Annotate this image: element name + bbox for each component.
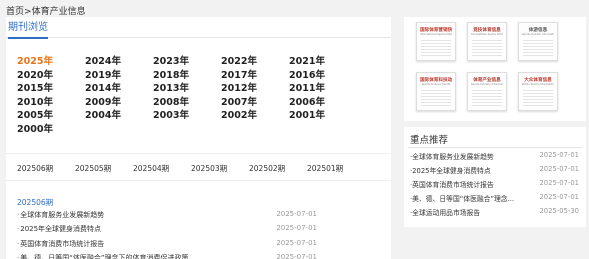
year-link[interactable]: 2024年 — [85, 53, 121, 67]
recommend-item[interactable]: ·2025年全球健身消费特点 2025-07-01 — [410, 165, 579, 177]
year-link[interactable]: 2010年 — [17, 94, 53, 108]
year-link[interactable]: 2022年 — [221, 53, 257, 67]
article-date: 2025-07-01 — [276, 210, 317, 218]
bullet: · — [17, 211, 20, 219]
recommend-item-title[interactable]: 全球体育服务业发展新趋势 — [412, 153, 494, 161]
issue-link[interactable]: 202504期 — [133, 163, 169, 174]
year-link[interactable]: 2004年 — [85, 107, 121, 121]
journal-cover[interactable]: 竞技体育信息Competitive Sports Information — [467, 22, 507, 61]
cover-subtitle: Public Sports Information — [522, 83, 554, 86]
article-title[interactable]: 美、德、日等国“体医融合”理念下的体育消费促进政策 — [20, 254, 188, 259]
journal-cover[interactable]: 国际体育科技动态Sports Science Trends — [416, 72, 456, 111]
issue-link[interactable]: 202505期 — [75, 163, 111, 174]
recommend-item-title[interactable]: 美、德、日等国“体医融合”理念... — [412, 195, 514, 203]
breadcrumb-home-link[interactable]: 首页 — [6, 7, 24, 17]
year-link[interactable]: 2002年 — [221, 107, 257, 121]
year-link[interactable]: 2012年 — [221, 80, 257, 94]
cover-subtitle: International Sports Marketing — [420, 33, 452, 36]
issue-list: 202506期 202505期 202504期 202503期 202502期 20250… — [6, 153, 391, 181]
cover-subtitle: Sports Science Trends — [421, 83, 451, 86]
bullet: · — [17, 225, 20, 234]
recommend-item-date: 2025-07-01 — [539, 165, 579, 173]
year-link[interactable]: 2000年 — [17, 121, 53, 135]
tab-journal-browse[interactable]: 期刊浏览 — [8, 22, 48, 39]
year-link[interactable]: 2020年 — [17, 67, 53, 81]
year-link[interactable]: 2015年 — [17, 80, 53, 94]
year-link[interactable]: 2023年 — [153, 53, 189, 67]
year-link[interactable]: 2007年 — [221, 94, 257, 108]
year-link[interactable]: 2014年 — [85, 80, 121, 94]
year-link[interactable]: 2016年 — [289, 67, 325, 81]
current-issue-heading: 202506期 — [17, 198, 54, 207]
article-date: 2025-07-01 — [276, 224, 317, 233]
recommend-item-title[interactable]: 英国体育消费市场统计报告 — [412, 181, 494, 189]
article-row[interactable]: ·全球体育服务业发展新趋势 2025-07-01 — [17, 210, 317, 222]
recommend-item-title[interactable]: 全球运动用品市场报告 — [412, 209, 480, 217]
journal-cover[interactable]: 体育产业信息Sports Industry Information — [467, 72, 507, 111]
recommend-item[interactable]: ·全球运动用品市场报告 2025-05-30 — [410, 207, 579, 219]
article-row[interactable]: ·英国体育消费市场统计报告 2025-07-01 — [17, 239, 317, 251]
divider — [408, 147, 582, 148]
journal-cover[interactable]: 大众体育信息 Public Sports Information — [518, 72, 558, 111]
year-link[interactable]: 2019年 — [85, 67, 121, 81]
year-link[interactable]: 2018年 — [153, 67, 189, 81]
recommend-item-date: 2025-07-01 — [539, 193, 579, 201]
journal-cover[interactable]: 体游信息 Sports Tourism Information — [518, 22, 558, 61]
issue-link[interactable]: 202501期 — [307, 163, 343, 174]
breadcrumb-separator: > — [24, 7, 32, 17]
cover-subtitle: Sports Tourism Information — [522, 33, 554, 36]
journal-browse-panel: 期刊浏览 2025年 2024年 2023年 2022年 2021年 2020年 2019年… — [6, 17, 391, 259]
bullet: · — [17, 239, 20, 248]
year-link[interactable]: 2005年 — [17, 107, 53, 121]
breadcrumb-current[interactable]: 体育产业信息 — [32, 7, 86, 17]
cover-text-lines — [523, 38, 553, 56]
issue-link[interactable]: 202502期 — [249, 163, 285, 174]
bullet: · — [17, 253, 20, 259]
recommend-item[interactable]: ·英国体育消费市场统计报告 2025-07-01 — [410, 179, 579, 191]
cover-subtitle: Competitive Sports Information — [471, 33, 503, 36]
article-row[interactable]: ·美、德、日等国“体医融合”理念下的体育消费促进政策 2025-07-01 — [17, 253, 317, 259]
article-title[interactable]: 英国体育消费市场统计报告 — [20, 240, 104, 248]
journal-cover[interactable]: 国际体育营销快报International Sports Marketing — [416, 22, 456, 61]
recommend-item[interactable]: ·全球体育服务业发展新趋势 2025-07-01 — [410, 151, 579, 163]
issue-link[interactable]: 202506期 — [17, 163, 53, 174]
cover-text-lines — [421, 38, 451, 56]
article-title[interactable]: 2025年全球健身消费特点 — [20, 225, 101, 233]
cover-subtitle: Sports Industry Information — [471, 83, 503, 86]
article-title[interactable]: 全球体育服务业发展新趋势 — [20, 211, 104, 219]
recommend-item-date: 2025-07-01 — [539, 151, 579, 159]
year-link[interactable]: 2017年 — [221, 67, 257, 81]
journal-covers-panel: 国际体育营销快报International Sports Marketing 竞技… — [404, 17, 586, 121]
year-link[interactable]: 2021年 — [289, 53, 325, 67]
tab-bar: 期刊浏览 — [6, 17, 391, 39]
recommend-item[interactable]: ·美、德、日等国“体医融合”理念... 2025-07-01 — [410, 193, 579, 205]
breadcrumb: 首页>体育产业信息 — [6, 4, 86, 17]
year-link[interactable]: 2001年 — [289, 107, 325, 121]
article-date: 2025-07-01 — [276, 238, 317, 247]
issue-link[interactable]: 202503期 — [191, 163, 227, 174]
year-link[interactable]: 2025年 — [17, 53, 53, 67]
cover-text-lines — [472, 88, 502, 106]
year-link[interactable]: 2003年 — [153, 107, 189, 121]
cover-text-lines — [523, 88, 553, 106]
year-link[interactable]: 2006年 — [289, 94, 325, 108]
year-link[interactable]: 2011年 — [289, 80, 325, 94]
recommend-item-title[interactable]: 2025年全球健身消费特点 — [412, 167, 490, 175]
article-row[interactable]: ·2025年全球健身消费特点 2025-07-01 — [17, 224, 317, 236]
cover-text-lines — [421, 88, 451, 106]
cover-text-lines — [472, 38, 502, 56]
recommend-item-date: 2025-07-01 — [539, 179, 579, 187]
year-link[interactable]: 2008年 — [153, 94, 189, 108]
year-link[interactable]: 2009年 — [85, 94, 121, 108]
article-date: 2025-07-01 — [276, 252, 317, 259]
recommend-title: 重点推荐 — [410, 135, 449, 146]
recommend-panel: 重点推荐 ·全球体育服务业发展新趋势 2025-07-01·2025年全球健身消费… — [404, 127, 586, 227]
year-link[interactable]: 2013年 — [153, 80, 189, 94]
recommend-item-date: 2025-05-30 — [539, 207, 579, 215]
